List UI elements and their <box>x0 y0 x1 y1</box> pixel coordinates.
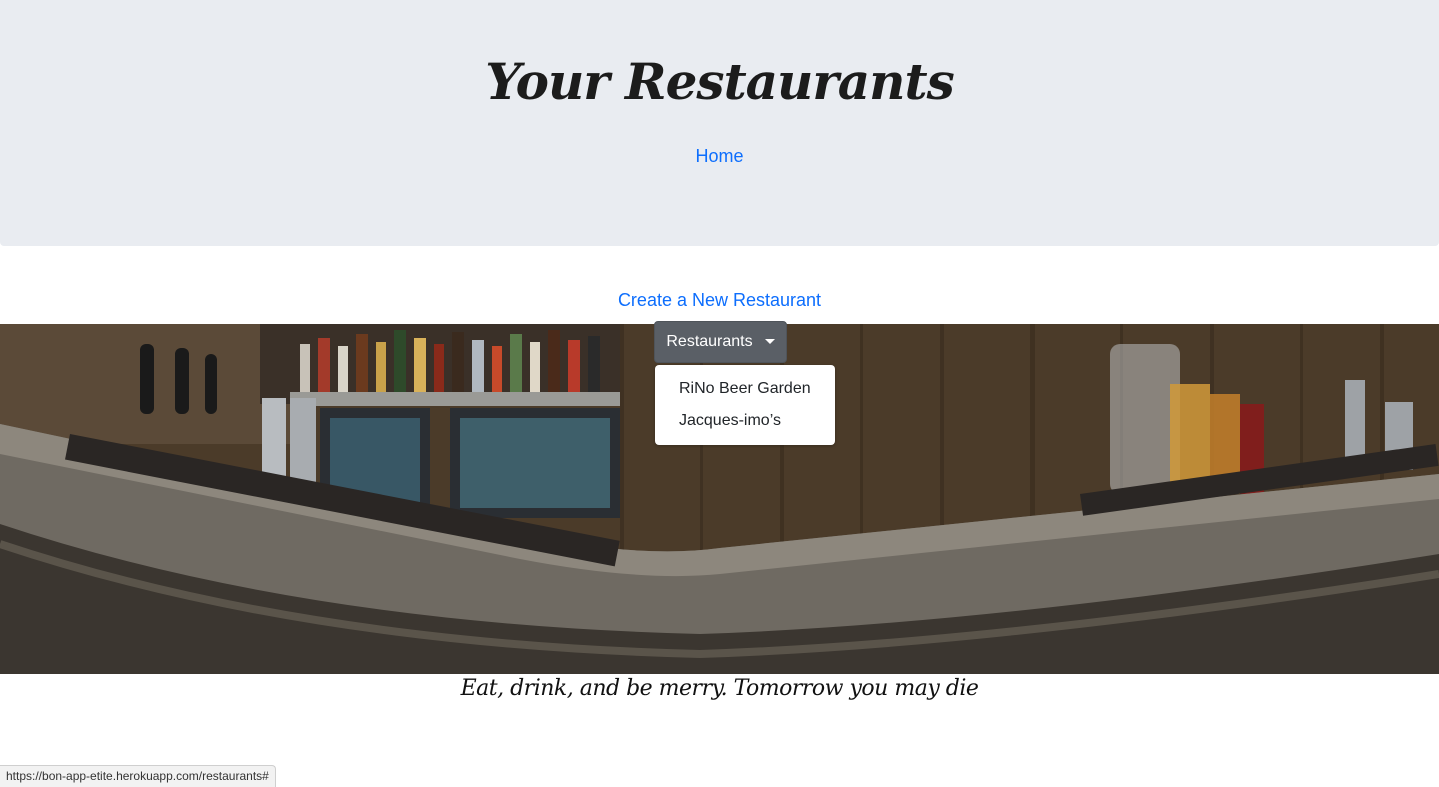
create-restaurant-link[interactable]: Create a New Restaurant <box>0 290 1439 311</box>
restaurants-dropdown-label: Restaurants <box>666 333 753 350</box>
caret-down-icon <box>764 338 775 344</box>
page: Your Restaurants Home Create a New Resta… <box>0 0 1439 787</box>
page-title: Your Restaurants <box>485 52 955 111</box>
restaurants-dropdown-menu: RiNo Beer Garden Jacques-imo’s <box>655 365 835 445</box>
status-bar-url: https://bon-app-etite.herokuapp.com/rest… <box>0 765 276 787</box>
restaurants-dropdown-button[interactable]: Restaurants <box>654 321 787 363</box>
dropdown-item-rino-beer-garden[interactable]: RiNo Beer Garden <box>655 373 835 405</box>
dropdown-item-jacques-imos[interactable]: Jacques-imo’s <box>655 405 835 437</box>
home-link[interactable]: Home <box>0 146 1439 167</box>
tagline: Eat, drink, and be merry. Tomorrow you m… <box>460 676 979 701</box>
header-jumbotron: Your Restaurants Home <box>0 0 1439 246</box>
